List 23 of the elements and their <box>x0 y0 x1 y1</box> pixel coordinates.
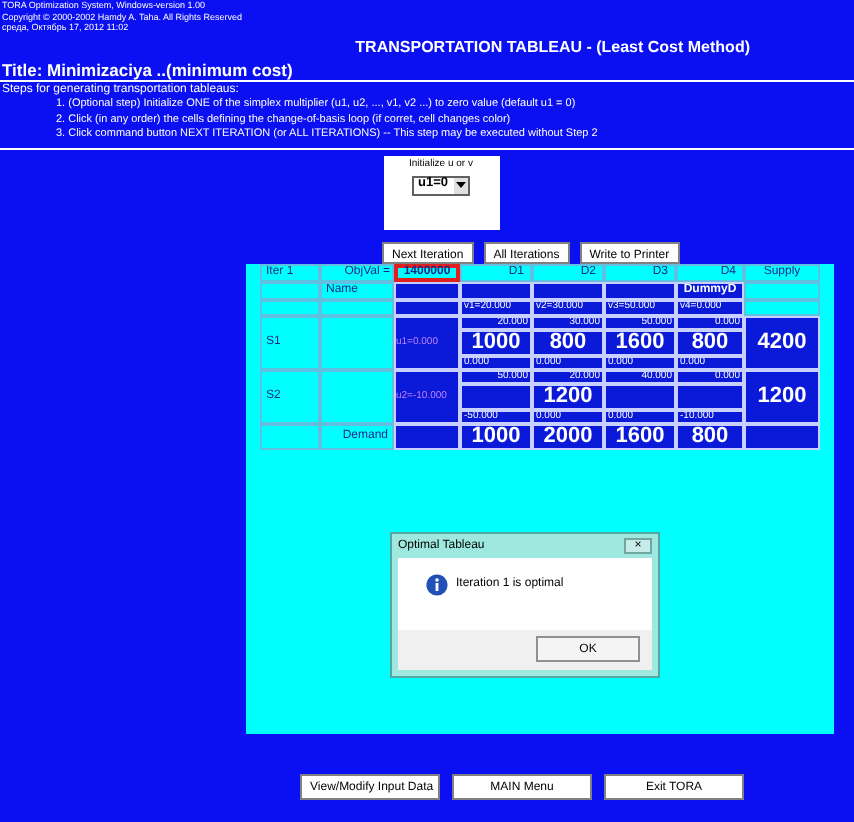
table-cell <box>676 383 744 409</box>
allocation-value: 1000 <box>460 329 532 355</box>
demand-value: 800 <box>676 423 744 449</box>
caret-icon <box>454 177 468 193</box>
info-icon <box>426 573 448 595</box>
allocation-value: 800 <box>532 329 604 355</box>
demand-value: 1600 <box>604 423 676 449</box>
demand-value: 1000 <box>460 423 532 449</box>
table-cell <box>604 383 676 409</box>
table-cell <box>394 423 460 449</box>
demand-value: 2000 <box>532 423 604 449</box>
table-cell <box>320 315 394 369</box>
allocation-value: 800 <box>676 329 744 355</box>
table-cell <box>460 383 532 409</box>
table-cell <box>744 423 820 449</box>
table-cell <box>260 423 320 449</box>
problem-title: Title: Minimizaciya ..(minimum cost) <box>0 61 854 82</box>
table-cell <box>320 369 394 423</box>
supply-value: 1200 <box>744 369 820 423</box>
supply-value: 4200 <box>744 315 820 369</box>
allocation-value: 1600 <box>604 329 676 355</box>
allocation-value: 1200 <box>532 383 604 409</box>
tableau-heading: TRANSPORTATION TABLEAU - (Least Cost Method) <box>355 39 750 55</box>
